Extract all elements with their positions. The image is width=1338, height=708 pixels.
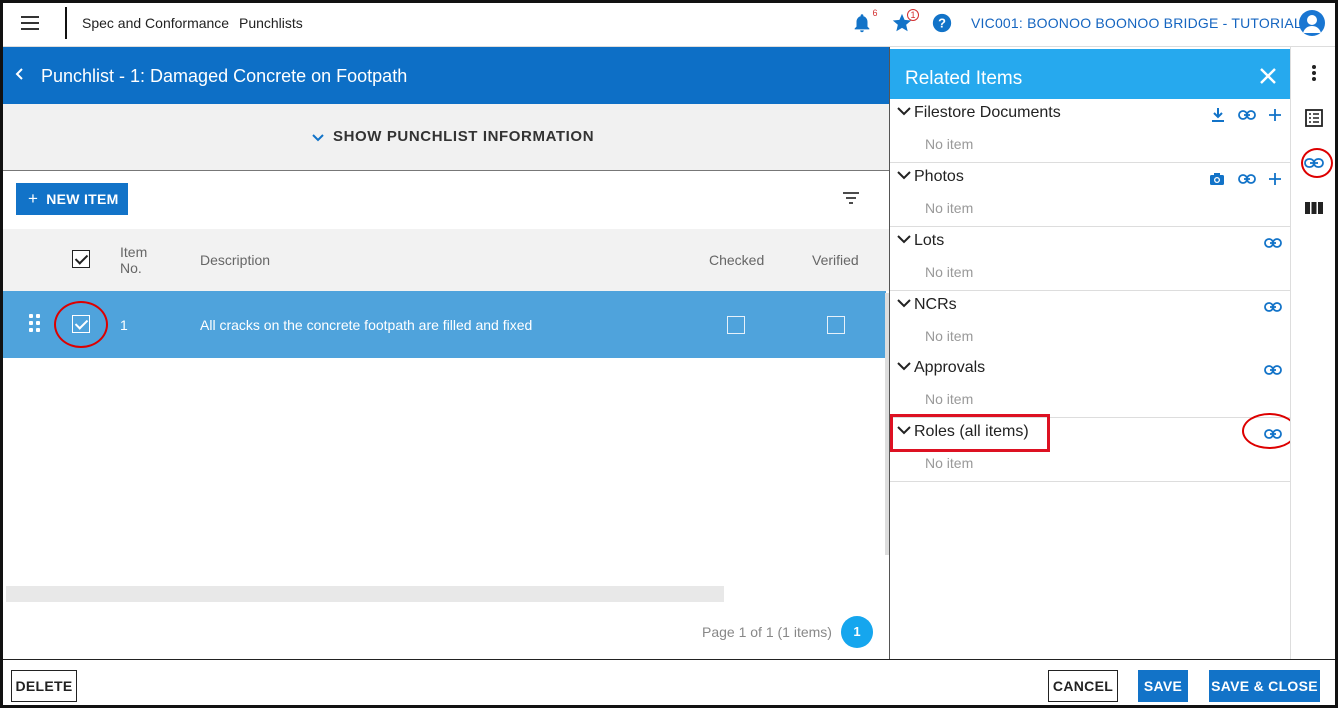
download-icon[interactable] <box>1211 107 1225 123</box>
close-icon[interactable] <box>1259 67 1277 85</box>
section-title: Lots <box>914 232 945 249</box>
back-chevron-icon[interactable] <box>13 67 27 81</box>
show-info-label: SHOW PUNCHLIST INFORMATION <box>333 128 595 145</box>
section-title: Filestore Documents <box>914 104 1061 121</box>
right-rail <box>1290 47 1335 659</box>
add-icon[interactable] <box>1268 108 1282 122</box>
column-description[interactable]: Description <box>200 252 270 268</box>
chevron-down-icon[interactable] <box>897 107 911 117</box>
add-icon[interactable] <box>1268 172 1282 186</box>
select-all-checkbox[interactable] <box>72 250 90 271</box>
delete-button[interactable]: DELETE <box>11 670 77 702</box>
link-icon[interactable] <box>1264 301 1282 312</box>
column-item-no[interactable]: Item No. <box>120 244 154 276</box>
favorites-count: 1 <box>907 9 919 21</box>
section-approvals: Approvals No item <box>890 354 1290 418</box>
annotation-ellipse <box>54 301 108 348</box>
top-bar: Spec and Conformance Punchlists 6 1 ? VI… <box>3 3 1335 47</box>
punchlist-header: Punchlist - 1: Damaged Concrete on Footp… <box>3 47 889 104</box>
section-filestore-documents: Filestore Documents No item <box>890 99 1290 163</box>
empty-text: No item <box>925 136 974 152</box>
page-title: Punchlist - 1: Damaged Concrete on Footp… <box>41 66 408 86</box>
link-icon[interactable] <box>1237 173 1256 184</box>
breadcrumb: Spec and Conformance Punchlists <box>82 15 309 31</box>
columns-icon[interactable] <box>1304 198 1324 218</box>
section-actions <box>1256 298 1282 316</box>
table-header: Item No. Description Checked Verified <box>3 229 889 291</box>
horizontal-scrollbar[interactable] <box>6 586 724 602</box>
new-item-button[interactable]: + NEW ITEM <box>16 183 128 215</box>
user-avatar-icon[interactable] <box>1299 10 1325 36</box>
section-actions <box>1256 234 1282 252</box>
camera-icon[interactable] <box>1209 172 1225 186</box>
show-info-bar[interactable]: SHOW PUNCHLIST INFORMATION <box>3 104 889 171</box>
section-actions <box>1201 170 1282 188</box>
filter-icon[interactable] <box>843 191 859 205</box>
row-verified-checkbox[interactable] <box>827 316 845 334</box>
related-items-header: Related Items <box>890 49 1290 99</box>
chevron-down-icon[interactable] <box>897 362 911 372</box>
notifications-bell-icon[interactable]: 6 <box>851 8 878 36</box>
section-actions <box>1256 361 1282 379</box>
breadcrumb-item-spec[interactable]: Spec and Conformance <box>82 15 229 31</box>
help-icon[interactable]: ? <box>931 12 955 36</box>
section-title: Approvals <box>914 359 986 376</box>
page-button-1[interactable]: 1 <box>841 616 873 648</box>
new-item-label: NEW ITEM <box>46 191 119 207</box>
breadcrumb-item-punchlists[interactable]: Punchlists <box>239 15 303 31</box>
drag-handle-icon[interactable] <box>29 314 41 332</box>
save-close-button[interactable]: SAVE & CLOSE <box>1209 670 1320 702</box>
hamburger-menu-icon[interactable] <box>21 16 39 32</box>
empty-text: No item <box>925 264 974 280</box>
empty-text: No item <box>925 328 974 344</box>
column-checked[interactable]: Checked <box>709 252 764 268</box>
svg-text:?: ? <box>938 16 946 31</box>
chevron-down-icon[interactable] <box>897 235 911 245</box>
section-title: NCRs <box>914 296 957 313</box>
table-row[interactable]: 1 All cracks on the concrete footpath ar… <box>3 291 886 358</box>
favorites-star-icon[interactable]: 1 <box>891 9 919 36</box>
more-vertical-icon[interactable] <box>1304 63 1324 83</box>
annotation-ellipse <box>1242 413 1297 449</box>
row-checked-checkbox[interactable] <box>727 316 745 334</box>
section-ncrs: NCRs No item <box>890 291 1290 355</box>
project-selector[interactable]: VIC001: BOONOO BOONOO BRIDGE - TUTORIAL <box>971 15 1302 31</box>
empty-text: No item <box>925 391 974 407</box>
list-details-icon[interactable] <box>1304 108 1324 128</box>
chevron-down-icon[interactable] <box>897 171 911 181</box>
empty-text: No item <box>925 200 974 216</box>
row-description: All cracks on the concrete footpath are … <box>200 317 533 333</box>
plus-icon: + <box>28 189 39 208</box>
link-icon[interactable] <box>1237 109 1256 120</box>
link-icon[interactable] <box>1264 364 1282 375</box>
section-photos: Photos No item <box>890 163 1290 227</box>
column-verified[interactable]: Verified <box>812 252 859 268</box>
notifications-count: 6 <box>872 8 878 18</box>
divider <box>65 7 67 39</box>
chevron-down-icon <box>312 134 324 142</box>
annotation-ellipse <box>1301 148 1333 178</box>
row-item-no: 1 <box>120 317 128 333</box>
empty-text: No item <box>925 455 974 471</box>
app-window: Spec and Conformance Punchlists 6 1 ? VI… <box>0 0 1338 708</box>
related-items-title: Related Items <box>905 68 1023 89</box>
save-button[interactable]: SAVE <box>1138 670 1188 702</box>
section-title: Photos <box>914 168 964 185</box>
link-icon[interactable] <box>1264 237 1282 248</box>
footer: DELETE CANCEL SAVE SAVE & CLOSE <box>3 659 1335 705</box>
section-actions <box>1203 106 1282 124</box>
show-info-toggle[interactable]: SHOW PUNCHLIST INFORMATION <box>311 128 594 145</box>
section-lots: Lots No item <box>890 227 1290 291</box>
pager-summary: Page 1 of 1 (1 items) <box>702 624 832 640</box>
annotation-box <box>890 414 1050 452</box>
chevron-down-icon[interactable] <box>897 299 911 309</box>
cancel-button[interactable]: CANCEL <box>1048 670 1118 702</box>
